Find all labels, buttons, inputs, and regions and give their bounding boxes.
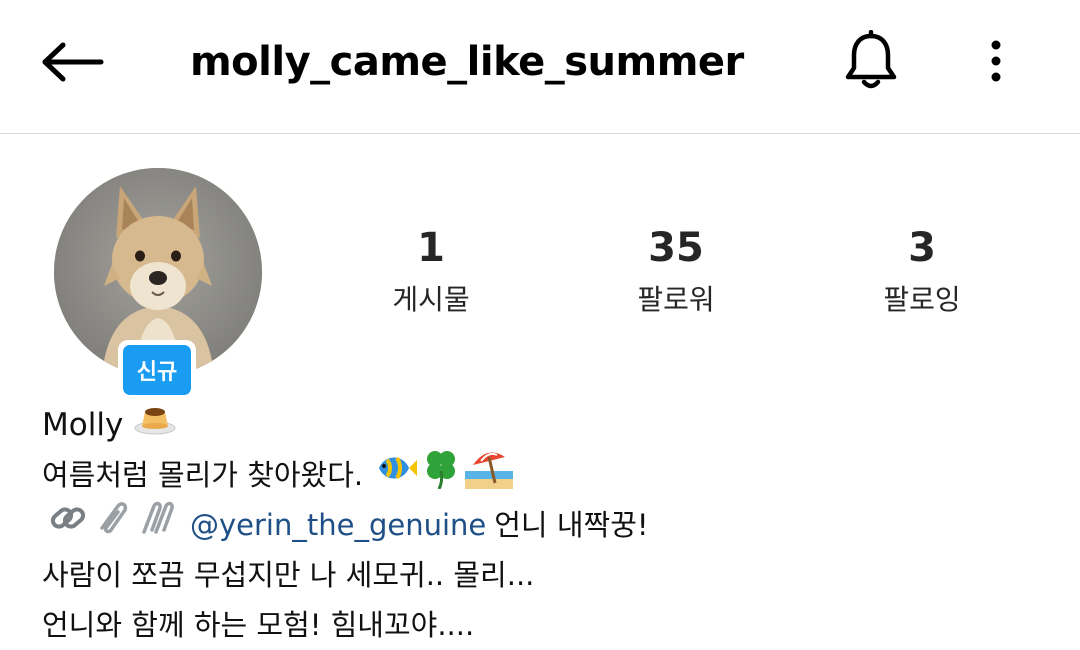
back-button[interactable] [30,30,116,94]
more-vertical-icon [991,40,1001,82]
notifications-button[interactable] [836,26,906,96]
bio-text-4: 언니와 함께 하는 모험! 힘내꼬야.... [42,608,475,642]
profile-username: molly_came_like_summer [190,39,744,85]
bell-icon [845,30,897,89]
bio-text-2: 언니 내짝꿍! [494,508,649,542]
tropical-fish-icon [373,448,418,503]
bio-line-2: @yerin_the_genuine 언니 내짝꿍! [42,500,1042,550]
stat-following[interactable]: 3 팔로잉 [822,220,1022,320]
mention-link[interactable]: @yerin_the_genuine [190,500,486,550]
bio-line-1: 여름처럼 몰리가 찾아왔다. [42,450,1042,500]
bio-line-4: 언니와 함께 하는 모험! 힘내꼬야.... [42,600,1042,650]
bio-line-3: 사람이 쪼끔 무섭지만 나 세모귀.. 몰리... [42,550,1042,600]
following-label: 팔로잉 [883,283,961,316]
linked-paperclips-icon [138,498,178,553]
bio-text-1: 여름처럼 몰리가 찾아왔다. [42,458,364,492]
following-count: 3 [908,225,936,271]
arrow-left-icon [42,42,104,82]
followers-count: 35 [648,225,704,271]
new-badge-label: 신규 [123,345,191,395]
display-name: Molly [42,407,124,443]
profile-bio: Molly 여름처럼 몰리가 찾아왔다. @yerin_the_genuine … [42,400,1042,650]
stat-posts[interactable]: 1 게시물 [331,220,531,320]
bio-text-3: 사람이 쪼끔 무섭지만 나 세모귀.. 몰리... [42,558,535,592]
posts-label: 게시물 [392,283,470,316]
link-icon [48,498,88,553]
top-bar: molly_came_like_summer [0,0,1080,134]
bio-name-line: Molly [42,400,1042,450]
beach-umbrella-icon [465,447,514,504]
followers-label: 팔로워 [637,283,715,316]
four-leaf-clover-icon [423,447,459,504]
new-badge: 신규 [118,340,196,400]
pudding-icon [133,400,177,451]
posts-count: 1 [417,225,445,271]
paperclip-icon [94,498,132,553]
stat-followers[interactable]: 35 팔로워 [576,220,776,320]
more-options-button[interactable] [966,28,1026,94]
